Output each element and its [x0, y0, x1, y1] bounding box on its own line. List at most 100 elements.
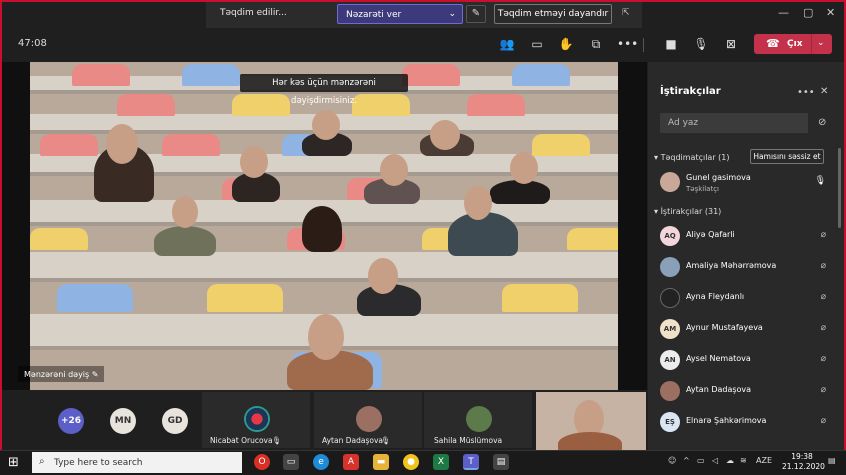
hang-up-icon: ☎: [766, 37, 780, 50]
taskbar-search-input[interactable]: ⌕ Type here to search: [32, 452, 242, 473]
people-icon[interactable]: ☺: [668, 456, 676, 465]
clock[interactable]: 19:38 21.12.2020: [782, 452, 825, 472]
chrome-icon[interactable]: ●: [403, 454, 419, 470]
chevron-down-icon[interactable]: ⌄: [817, 38, 825, 48]
more-options-icon[interactable]: •••: [797, 87, 815, 98]
opera-icon[interactable]: O: [254, 454, 270, 470]
participant-bubble[interactable]: GD: [162, 408, 188, 434]
leave-divider: [811, 34, 812, 54]
scene-changed-notice: Hər kəs üçün mənzərəni dəyişdirmisiniz.: [240, 74, 408, 106]
attendee-row[interactable]: EŞ Elnarə Şahkərimova ⌀: [660, 410, 836, 434]
attendee-name: Aytan Dadaşova: [686, 385, 752, 394]
attendees-heading[interactable]: ▾ İştirakçılar (31): [654, 207, 721, 216]
attendee-row[interactable]: Ayna Fleydanlı ⌀: [660, 286, 836, 310]
avatar: AM: [660, 319, 680, 339]
microphone-icon[interactable]: 🎙: [692, 36, 710, 52]
acrobat-icon[interactable]: A: [343, 454, 359, 470]
give-control-label: Nəzarəti ver: [346, 10, 402, 20]
chair: [207, 284, 283, 312]
close-panel-icon[interactable]: ✕: [820, 86, 828, 97]
chevron-down-icon: ⌄: [448, 9, 456, 19]
show-hidden-icons[interactable]: ^: [683, 456, 690, 465]
breakout-rooms-icon[interactable]: ⧉: [587, 36, 605, 52]
excel-icon[interactable]: X: [433, 454, 449, 470]
give-control-select[interactable]: Nəzarəti ver ⌄: [337, 4, 463, 24]
more-actions-icon[interactable]: •••: [617, 36, 638, 52]
raise-hand-icon[interactable]: ✋: [557, 36, 575, 52]
close-window-icon[interactable]: ✕: [826, 6, 835, 19]
muted-mic-icon: 🎙: [272, 436, 282, 445]
search-input[interactable]: Ad yaz: [660, 113, 808, 133]
leave-button[interactable]: ☎ Çıx ⌄: [754, 34, 832, 54]
avatar: [660, 257, 680, 277]
chair: [352, 94, 410, 116]
self-view-video: [536, 392, 646, 450]
participant-head: [464, 186, 492, 220]
tile-name: Sahila Müslümova: [434, 436, 503, 445]
chair: [567, 228, 625, 250]
maximize-icon[interactable]: ▢: [803, 6, 813, 19]
windows-start-icon[interactable]: ⊞: [8, 455, 19, 470]
chat-icon[interactable]: ▭: [528, 36, 546, 52]
muted-mic-icon: ⌀: [820, 292, 826, 302]
presenter-row[interactable]: Gunel gasimova Təşkilatçı 🎙: [660, 170, 836, 194]
volume-icon[interactable]: ◁: [712, 456, 718, 465]
minimize-icon[interactable]: —: [778, 6, 789, 19]
desk-row: [30, 252, 620, 282]
presenters-heading[interactable]: ▾ Təqdimatçılar (1): [654, 153, 730, 162]
clock-time: 19:38: [791, 452, 813, 461]
participant-head: [510, 152, 538, 184]
chair: [30, 228, 88, 250]
participant-bubble[interactable]: MN: [110, 408, 136, 434]
network-icon[interactable]: ▭: [697, 456, 705, 465]
avatar: [466, 406, 492, 432]
attendee-name: Elnarə Şahkərimova: [686, 416, 767, 425]
attendee-row[interactable]: AM Aynur Mustafayeva ⌀: [660, 317, 836, 341]
attendee-name: Aysel Nematova: [686, 354, 751, 363]
attendee-row[interactable]: AN Aysel Nematova ⌀: [660, 348, 836, 372]
mute-all-button[interactable]: Hamısını səssiz et: [750, 149, 824, 164]
chair: [502, 284, 578, 312]
attendee-row[interactable]: Aytan Dadaşova ⌀: [660, 379, 836, 403]
stop-share-icon[interactable]: ⊠: [722, 36, 740, 52]
toolbar-divider: [643, 38, 644, 52]
language-indicator[interactable]: AZE: [756, 456, 772, 465]
chair: [512, 64, 570, 86]
panel-title: İştirakçılar: [660, 86, 721, 97]
change-scene-button[interactable]: Mənzərəni dəyiş ✎: [18, 366, 105, 382]
attendee-row[interactable]: Amaliya Məhərrəmova ⌀: [660, 255, 836, 279]
notifications-icon[interactable]: ▤: [828, 456, 836, 465]
participant-hair: [302, 206, 342, 252]
avatar: [244, 406, 270, 432]
task-view-icon[interactable]: ▭: [283, 454, 299, 470]
avatar: [660, 172, 680, 192]
chair: [57, 284, 133, 312]
unpin-icon[interactable]: ⇱: [622, 8, 630, 18]
search-icon: ⌕: [39, 456, 45, 467]
chair: [182, 64, 240, 86]
attendee-name: Aliyə Qafarli: [686, 230, 735, 239]
tile-name: Aytan Dadaşova: [322, 436, 383, 445]
onedrive-icon[interactable]: ☁: [726, 456, 734, 465]
participant-head: [380, 154, 408, 186]
store-icon[interactable]: ▤: [493, 454, 509, 470]
attendee-name: Amaliya Məhərrəmova: [686, 261, 777, 270]
video-letterbox-right: [618, 62, 647, 390]
avatar: AQ: [660, 226, 680, 246]
wifi-icon[interactable]: ≋: [740, 456, 747, 465]
chair: [162, 134, 220, 156]
camera-icon[interactable]: ■: [662, 36, 680, 52]
participants-icon[interactable]: 👥: [498, 36, 516, 52]
chair: [467, 94, 525, 116]
file-explorer-icon[interactable]: ▬: [373, 454, 389, 470]
share-invite-icon[interactable]: ⊘: [818, 117, 826, 128]
attendee-row[interactable]: AQ Aliyə Qafarli ⌀: [660, 224, 836, 248]
overflow-participants-bubble[interactable]: +26: [58, 408, 84, 434]
stop-presenting-button[interactable]: Təqdim etməyi dayandır: [494, 4, 612, 24]
panel-scrollbar[interactable]: [838, 148, 841, 228]
video-letterbox-left: [2, 62, 30, 390]
edge-icon[interactable]: e: [313, 454, 329, 470]
teams-icon[interactable]: T: [463, 454, 479, 470]
annotation-toggle-icon[interactable]: ✎: [466, 5, 486, 23]
pencil-icon: ✎: [91, 370, 99, 379]
